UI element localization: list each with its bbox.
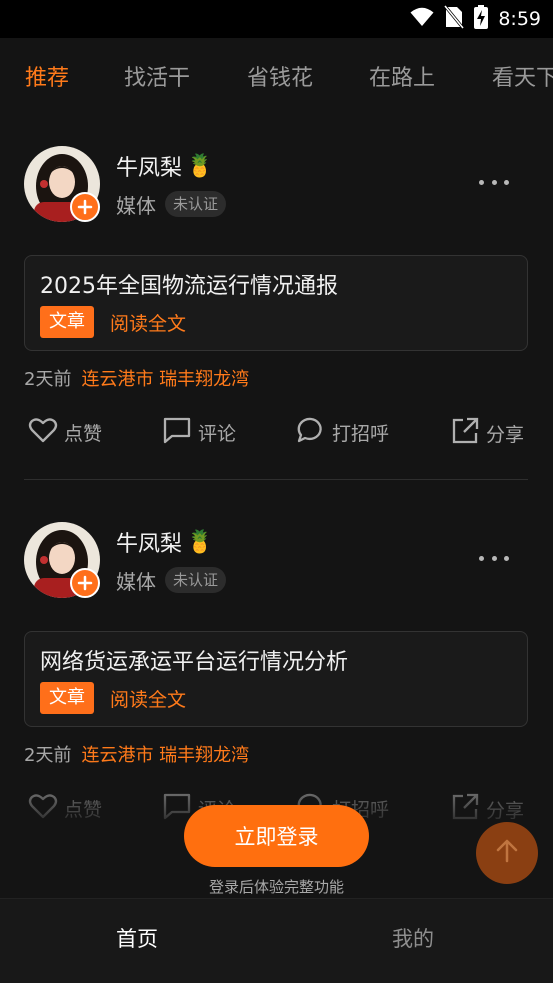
more-options-icon[interactable] [479, 548, 509, 568]
post-meta: 2天前 连云港市 瑞丰翔龙湾 [24, 741, 249, 767]
arrow-up-icon [494, 838, 520, 868]
comment-label: 评论 [198, 423, 237, 445]
heart-icon [28, 792, 58, 825]
author-name[interactable]: 牛凤梨 🍍 [116, 526, 213, 558]
author-name[interactable]: 牛凤梨 🍍 [116, 150, 213, 182]
comment-icon [162, 416, 192, 449]
wifi-icon [410, 7, 434, 31]
more-options-icon[interactable] [479, 172, 509, 192]
author-role: 媒体 [116, 194, 156, 218]
heart-icon [28, 416, 58, 449]
author-name-text: 牛凤梨 [116, 156, 183, 181]
article-card[interactable]: 网络货运承运平台运行情况分析 文章 阅读全文 [24, 631, 528, 727]
post-time: 2天前 [24, 745, 72, 766]
post-time: 2天前 [24, 369, 72, 390]
like-button[interactable]: 点赞 [28, 416, 102, 449]
like-label: 点赞 [64, 799, 103, 821]
like-button[interactable]: 点赞 [28, 792, 102, 825]
article-tag: 文章 [40, 682, 94, 714]
tab-save-money[interactable]: 省钱花 [247, 60, 313, 92]
post-meta: 2天前 连云港市 瑞丰翔龙湾 [24, 365, 249, 391]
share-label: 分享 [486, 424, 525, 446]
login-button[interactable]: 立即登录 [184, 805, 369, 867]
share-icon [450, 416, 480, 451]
login-hint: 登录后体验完整功能 [208, 878, 344, 896]
post-divider [24, 479, 528, 480]
share-button[interactable]: 分享 [450, 416, 524, 451]
app-screen: 推荐 找活干 省钱花 在路上 看天下 牛凤梨 🍍 媒体 未认证 2025年全国物… [0, 38, 553, 983]
post-location[interactable]: 连云港市 瑞丰翔龙湾 [81, 365, 249, 391]
post-actions: 点赞 评论 打招呼 分享 [0, 416, 553, 456]
tab-on-road[interactable]: 在路上 [369, 60, 435, 92]
greet-label: 打招呼 [332, 423, 390, 445]
tab-recommend[interactable]: 推荐 [25, 60, 69, 92]
bottom-nav: 首页 我的 [0, 898, 553, 983]
pineapple-emoji: 🍍 [186, 153, 214, 179]
tab-world[interactable]: 看天下 [492, 60, 553, 92]
verification-badge: 未认证 [165, 191, 227, 217]
article-title[interactable]: 2025年全国物流运行情况通报 [40, 268, 338, 300]
verification-badge: 未认证 [165, 567, 227, 593]
read-full-link[interactable]: 阅读全文 [110, 309, 186, 336]
nav-home[interactable]: 首页 [116, 923, 158, 953]
comment-button[interactable]: 评论 [162, 416, 236, 449]
article-card[interactable]: 2025年全国物流运行情况通报 文章 阅读全文 [24, 255, 528, 351]
follow-plus-icon[interactable] [70, 192, 100, 222]
scroll-to-top-button[interactable] [476, 822, 538, 884]
status-time: 8:59 [498, 8, 541, 30]
status-icons: 8:59 [410, 5, 541, 33]
post-location[interactable]: 连云港市 瑞丰翔龙湾 [81, 741, 249, 767]
author-name-text: 牛凤梨 [116, 532, 183, 557]
follow-plus-icon[interactable] [70, 568, 100, 598]
share-icon [450, 792, 480, 827]
feed-post[interactable]: 牛凤梨 🍍 媒体 未认证 2025年全国物流运行情况通报 文章 阅读全文 2天前… [0, 110, 553, 486]
nav-mine[interactable]: 我的 [392, 923, 434, 953]
read-full-link[interactable]: 阅读全文 [110, 685, 186, 712]
article-tag: 文章 [40, 306, 94, 338]
top-tabs: 推荐 找活干 省钱花 在路上 看天下 [0, 38, 553, 110]
no-sim-icon [444, 5, 465, 33]
greet-button[interactable]: 打招呼 [296, 416, 389, 449]
chat-bubble-icon [296, 416, 326, 449]
article-title[interactable]: 网络货运承运平台运行情况分析 [40, 644, 348, 676]
author-role: 媒体 [116, 570, 156, 594]
pineapple-emoji: 🍍 [186, 529, 214, 555]
feed-list[interactable]: 牛凤梨 🍍 媒体 未认证 2025年全国物流运行情况通报 文章 阅读全文 2天前… [0, 110, 553, 898]
share-label: 分享 [486, 800, 525, 822]
like-label: 点赞 [64, 423, 103, 445]
battery-charging-icon [474, 5, 489, 33]
status-bar: 8:59 [0, 0, 553, 38]
tab-find-work[interactable]: 找活干 [124, 60, 190, 92]
